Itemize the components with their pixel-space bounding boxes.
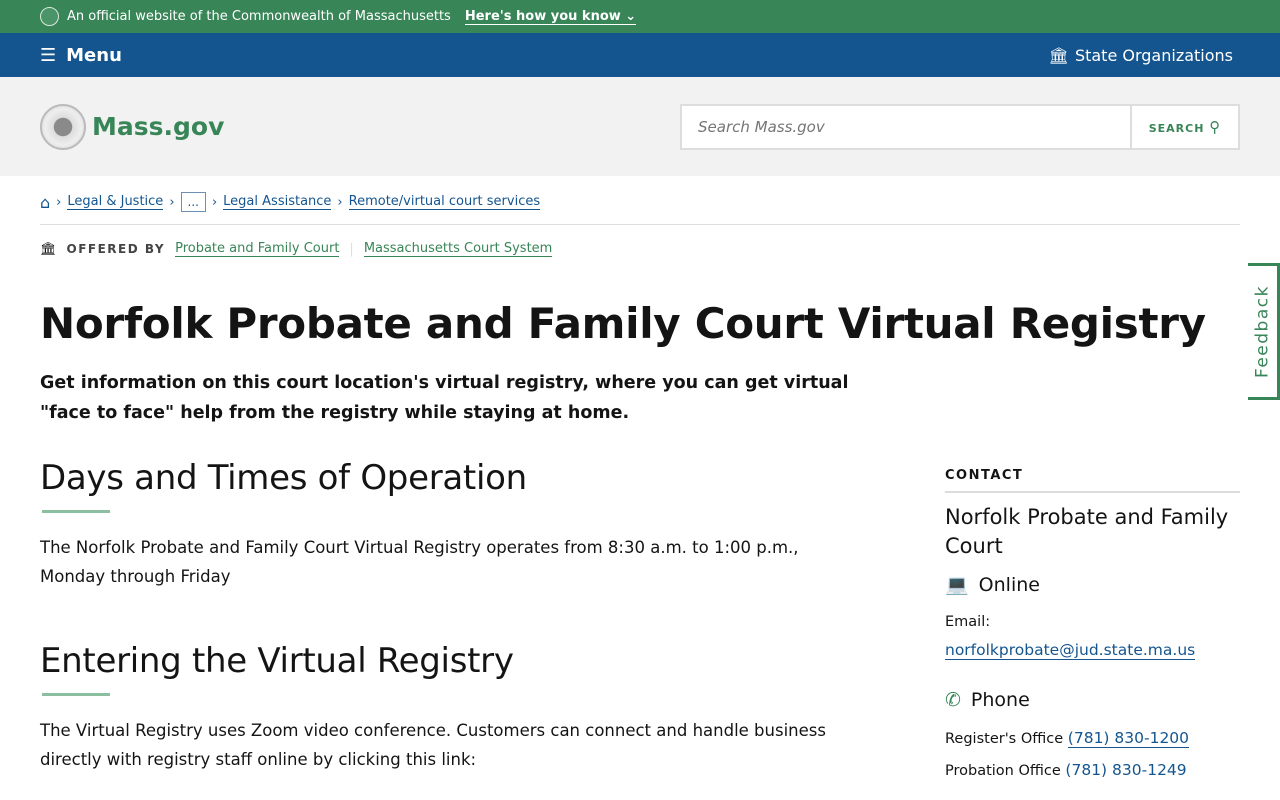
section-body: The Virtual Registry uses Zoom video con… [40,721,826,769]
probation-label: Probation Office [945,763,1061,779]
heading-underline [42,510,110,513]
laptop-icon: 💻 [945,574,969,596]
probation-phone-link[interactable]: (781) 830-1249 [1065,761,1186,779]
register-label: Register's Office [945,731,1064,747]
page-title: Norfolk Probate and Family Court Virtual… [40,299,1206,348]
site-header: Mass.gov SEARCH ⚲ [0,77,1280,176]
breadcrumb-legal-justice[interactable]: Legal & Justice [67,194,164,210]
phone-heading: Phone [970,689,1030,711]
contact-org: Norfolk Probate and Family Court [945,505,1229,558]
nav-bar: ☰ Menu 🏛 State Organizations [0,33,1280,77]
banner-text: An official website of the Commonwealth … [67,9,451,24]
phone-icon: ✆ [945,689,961,711]
search-icon: ⚲ [1209,117,1222,136]
hamburger-icon: ☰ [40,44,57,66]
email-link[interactable]: norfolkprobate@jud.state.ma.us [945,641,1196,660]
search-input[interactable] [682,105,1130,148]
seal-icon [40,103,86,150]
contact-sidebar: CONTACT Norfolk Probate and Family Court… [945,468,1240,779]
mass-gov-logo[interactable]: Mass.gov [40,103,224,150]
offered-by: 🏛 OFFERED BY Probate and Family Court | M… [40,241,553,257]
breadcrumb-expand[interactable]: ... [180,192,206,212]
section-body: The Norfolk Probate and Family Court Vir… [40,538,799,586]
main-content: Days and Times of Operation The Norfolk … [40,458,840,774]
register-phone-link[interactable]: (781) 830-1200 [1067,729,1190,748]
section-heading: Days and Times of Operation [40,458,527,498]
org-link[interactable]: Probate and Family Court [175,241,340,257]
breadcrumb: ⌂ › Legal & Justice › ... › Legal Assist… [40,192,1240,225]
section-heading: Entering the Virtual Registry [40,641,514,681]
search-form: SEARCH ⚲ [680,103,1240,150]
search-button[interactable]: SEARCH ⚲ [1130,105,1238,148]
heading-underline [42,693,110,696]
state-organizations-button[interactable]: 🏛 State Organizations [1049,46,1233,65]
building-icon: 🏛 [40,241,57,257]
breadcrumb-remote-services[interactable]: Remote/virtual court services [348,194,541,210]
seal-icon [40,7,59,26]
building-icon: 🏛 [1048,45,1069,65]
feedback-button[interactable]: Feedback [1248,263,1280,400]
page-lede: Get information on this court location's… [40,373,849,423]
online-heading: Online [978,573,1040,596]
menu-button[interactable]: ☰ Menu [40,45,122,66]
org-link[interactable]: Massachusetts Court System [363,241,553,257]
breadcrumb-legal-assistance[interactable]: Legal Assistance [223,194,332,210]
home-icon[interactable]: ⌂ [40,193,50,212]
how-you-know-link[interactable]: Here's how you know ⌄ [464,9,637,25]
official-banner: An official website of the Commonwealth … [0,0,1280,33]
contact-label: CONTACT [945,468,1240,493]
email-label: Email: [945,614,991,630]
